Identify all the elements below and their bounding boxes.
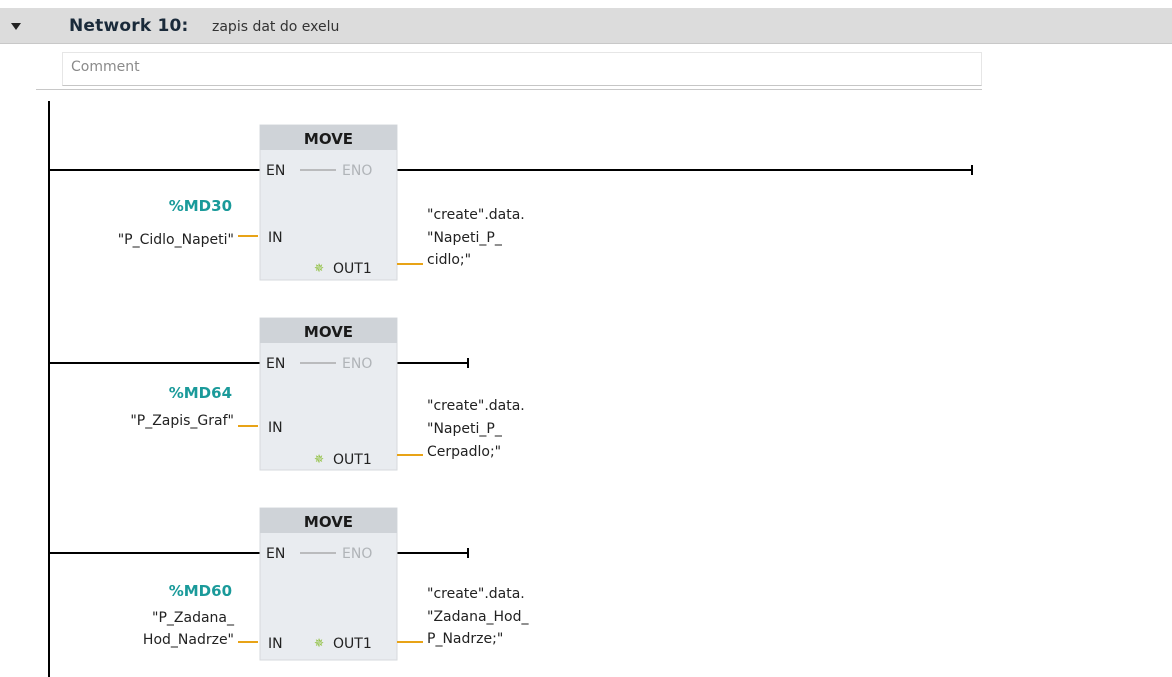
move-block-2-out1-label: OUT1	[333, 452, 372, 468]
move-block-2-out-tag-line[interactable]: "create".data.	[427, 398, 525, 414]
move-block-3-out-tag-line[interactable]: "create".data.	[427, 586, 525, 602]
move-block-1-en-label: EN	[266, 163, 285, 179]
move-block-2-out-tag-line[interactable]: "Napeti_P_	[427, 421, 503, 437]
move-block-3-out1-label: OUT1	[333, 636, 372, 652]
move-block-1-out-tag-line[interactable]: cidlo;"	[427, 252, 471, 268]
move-block-3-eno-label: ENO	[342, 546, 372, 562]
move-block-3-in-tag-line[interactable]: "P_Zadana_	[152, 610, 235, 626]
move-block-2-in-label: IN	[268, 420, 283, 436]
out1-star-icon: ✵	[314, 452, 324, 466]
move-block-2-en-label: EN	[266, 356, 285, 372]
move-block-3-in-address[interactable]: %MD60	[169, 582, 232, 600]
move-block-2-title: MOVE	[304, 323, 353, 341]
move-block-1-out1-label: OUT1	[333, 261, 372, 277]
move-block-1-out-tag-line[interactable]: "create".data.	[427, 207, 525, 223]
move-block-2-out-tag-line[interactable]: Cerpadlo;"	[427, 444, 501, 460]
move-block-1-in-label: IN	[268, 230, 283, 246]
move-block-3-out-tag-line[interactable]: "Zadana_Hod_	[427, 609, 530, 625]
move-block-2-in-address[interactable]: %MD64	[169, 384, 232, 402]
move-block-1-in-tag-line[interactable]: "P_Cidlo_Napeti"	[118, 232, 234, 248]
move-block-1-title: MOVE	[304, 130, 353, 148]
move-block-3-in-tag-line[interactable]: Hod_Nadrze"	[143, 632, 234, 648]
ladder-diagram: MOVE EN ENO IN ✵ OUT1 %MD30 "P_Cidlo_Napeti" "cr…	[48, 101, 973, 677]
move-block-3-en-label: EN	[266, 546, 285, 562]
move-block-1-in-address[interactable]: %MD30	[169, 197, 232, 215]
move-block-3-in-label: IN	[268, 636, 283, 652]
move-block-2-in-tag-line[interactable]: "P_Zapis_Graf"	[130, 413, 234, 429]
move-block-3-out-tag-line[interactable]: P_Nadrze;"	[427, 631, 503, 647]
out1-star-icon: ✵	[314, 261, 324, 275]
move-block-1-eno-label: ENO	[342, 163, 372, 179]
move-block-1-out-tag-line[interactable]: "Napeti_P_	[427, 230, 503, 246]
move-block-2-eno-label: ENO	[342, 356, 372, 372]
move-block-3-title: MOVE	[304, 513, 353, 531]
out1-star-icon: ✵	[314, 636, 324, 650]
